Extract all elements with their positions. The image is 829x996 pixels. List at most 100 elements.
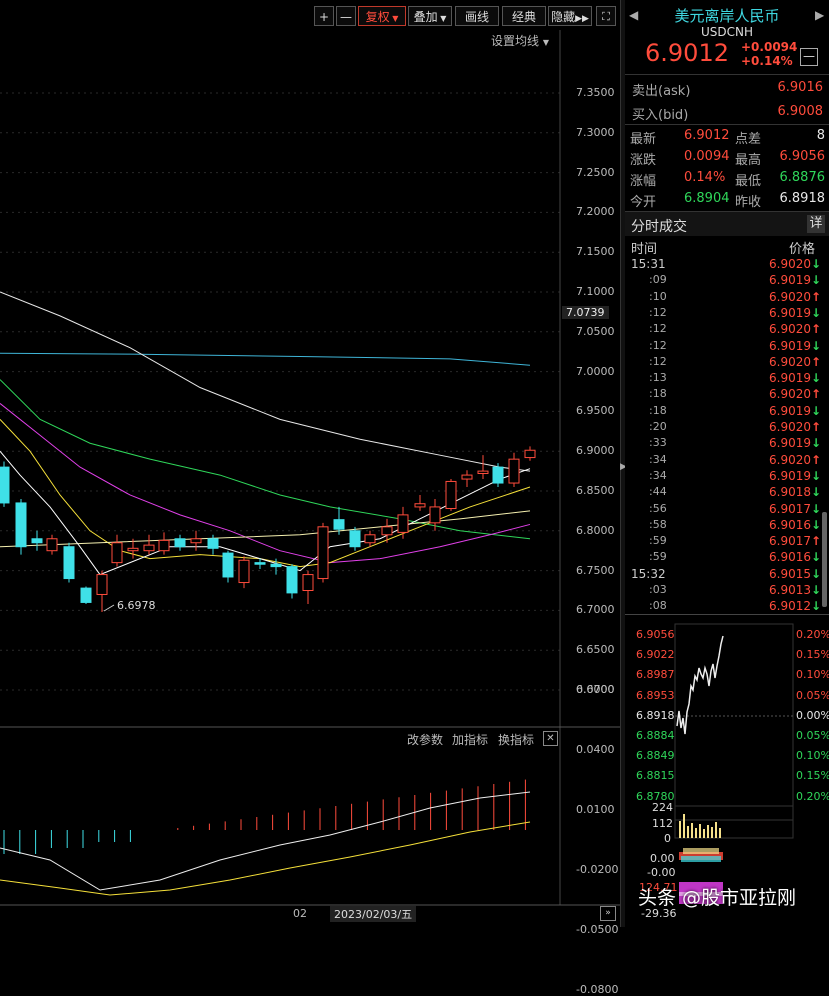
ticks-title: 分时成交 xyxy=(631,219,687,235)
mini-pct-label: 0.20% xyxy=(796,789,829,803)
tick-price: 6.9015 xyxy=(769,566,811,581)
candles-group xyxy=(0,446,536,612)
price-axis-label: 7.0000 xyxy=(576,364,615,378)
tick-row: :59 6.9016 ↓ xyxy=(625,550,821,566)
stat-label: 涨跌 xyxy=(630,153,657,168)
col-price-header: 价格 xyxy=(789,242,816,257)
candle-body xyxy=(174,538,186,548)
tick-time: 15:31 xyxy=(631,257,666,271)
tick-row: :10 6.9020 ↑ xyxy=(625,290,821,306)
divider xyxy=(625,614,829,615)
tick-time: :59 xyxy=(649,534,667,548)
vol-label-max: 224 xyxy=(652,801,673,814)
arrow-down-icon: ↓ xyxy=(810,599,821,614)
candle-body xyxy=(270,563,282,568)
mini-price-label: 6.8987 xyxy=(636,668,675,682)
add-indicator-button[interactable]: 加指标 xyxy=(452,731,488,748)
arrow-down-icon: ↓ xyxy=(810,371,821,386)
mini-pct-label: 0.15% xyxy=(796,769,829,783)
tick-row: :34 6.9019 ↓ xyxy=(625,469,821,485)
tick-row: :13 6.9019 ↓ xyxy=(625,371,821,387)
candle-body xyxy=(477,470,489,474)
ticks-detail-button[interactable]: 详 xyxy=(807,215,825,233)
arrow-down-icon: ↓ xyxy=(810,305,821,320)
tick-time: :12 xyxy=(649,322,667,336)
tick-time: :18 xyxy=(649,387,667,401)
tick-price: 6.9016 xyxy=(769,550,811,565)
price-change: +0.0094 xyxy=(741,40,798,54)
stat-value: 6.9056 xyxy=(779,149,826,164)
change-params-button[interactable]: 改参数 xyxy=(407,731,443,748)
divider xyxy=(625,124,829,125)
mini-pct-label: 0.15% xyxy=(796,648,829,662)
tick-time: :56 xyxy=(649,501,667,515)
tick-price: 6.9019 xyxy=(769,436,811,451)
tick-time: :10 xyxy=(649,289,667,303)
scroll-right-icon[interactable]: » xyxy=(600,906,616,921)
tick-row: :09 6.9019 ↓ xyxy=(625,273,821,289)
candle-body xyxy=(158,539,170,552)
minimize-icon[interactable]: — xyxy=(800,48,818,66)
tick-row: :12 6.9020 ↑ xyxy=(625,355,821,371)
intraday-price-line xyxy=(676,635,724,735)
macd-group xyxy=(0,779,531,896)
symbol-code: USDCNH xyxy=(700,25,754,39)
mini-pct-label: 0.05% xyxy=(796,688,829,702)
arrow-down-icon: ↓ xyxy=(810,403,821,418)
candle-body xyxy=(96,574,108,595)
mini-price-label: 6.8815 xyxy=(636,769,675,783)
tick-time: :12 xyxy=(649,305,667,319)
candle-body xyxy=(143,544,155,552)
candle-body xyxy=(317,526,329,580)
candlestick-chart[interactable]: 6.6978 xyxy=(0,0,620,927)
price-axis-label: 7.0500 xyxy=(576,324,615,338)
candle-body xyxy=(80,587,92,603)
candle-body xyxy=(0,466,10,504)
candle-body xyxy=(190,538,202,544)
mini-price-label: 6.8884 xyxy=(636,729,675,742)
stat-label: 最高 xyxy=(735,153,762,168)
kline-chart-area[interactable]: + — 复权 ▼ 叠加 ▼ 画线 经典 隐藏▶▶ ⛶ 设置均线 ▼ 6.6978… xyxy=(0,0,620,996)
tick-time: :03 xyxy=(649,583,667,596)
vol-label-zero: 0 xyxy=(664,832,671,845)
candle-body xyxy=(349,530,361,548)
tick-price: 6.9019 xyxy=(769,403,811,418)
candle-body xyxy=(397,514,409,533)
tick-price: 6.9020 xyxy=(769,387,811,402)
candle-body xyxy=(492,466,504,484)
stat-label: 涨幅 xyxy=(630,174,657,189)
candle-body xyxy=(238,559,250,584)
arrow-down-icon: ↓ xyxy=(810,583,821,597)
arrow-down-icon: ↓ xyxy=(810,338,821,353)
tick-list-scrollbar[interactable] xyxy=(822,512,827,607)
quote-panel: ◀ ▶ 美元离岸人民币 USDCNH 6.9012 +0.0094 +0.14%… xyxy=(625,0,829,927)
price-axis-label: 6.9000 xyxy=(576,444,615,458)
ind-label-top: 0.00 xyxy=(650,852,675,865)
tick-row: :20 6.9020 ↑ xyxy=(625,420,821,436)
tick-time: :09 xyxy=(649,273,667,287)
candle-body xyxy=(15,502,27,548)
tick-price: 6.9019 xyxy=(769,338,811,353)
arrow-down-icon: ↓ xyxy=(810,257,821,271)
candle-body xyxy=(254,562,266,565)
mini-price-label: 6.9022 xyxy=(636,648,675,662)
tick-price: 6.9017 xyxy=(769,534,811,549)
stat-value: 0.14% xyxy=(684,170,726,185)
tick-row: :18 6.9020 ↑ xyxy=(625,387,821,403)
low-price-annotation: 6.6978 xyxy=(117,599,156,612)
stat-value: 0.0094 xyxy=(684,149,730,164)
mini-pct-label: 0.10% xyxy=(796,668,829,682)
tick-row: :58 6.9016 ↓ xyxy=(625,518,821,534)
close-icon[interactable]: ✕ xyxy=(543,731,558,746)
symbol-title: 美元离岸人民币 xyxy=(674,7,780,25)
tick-row: :44 6.9018 ↓ xyxy=(625,485,821,501)
mini-pct-label: 0.00% xyxy=(796,708,829,722)
candle-body xyxy=(414,503,426,508)
switch-indicator-button[interactable]: 换指标 xyxy=(498,731,534,748)
tick-price: 6.9019 xyxy=(769,371,811,386)
mini-volume-bars xyxy=(679,814,721,838)
candle-body xyxy=(46,538,58,552)
indicator-axis-label: -0.0800 xyxy=(576,983,619,996)
mini-pct-label: 0.05% xyxy=(796,729,829,742)
price-change-pct: +0.14% xyxy=(741,54,793,68)
